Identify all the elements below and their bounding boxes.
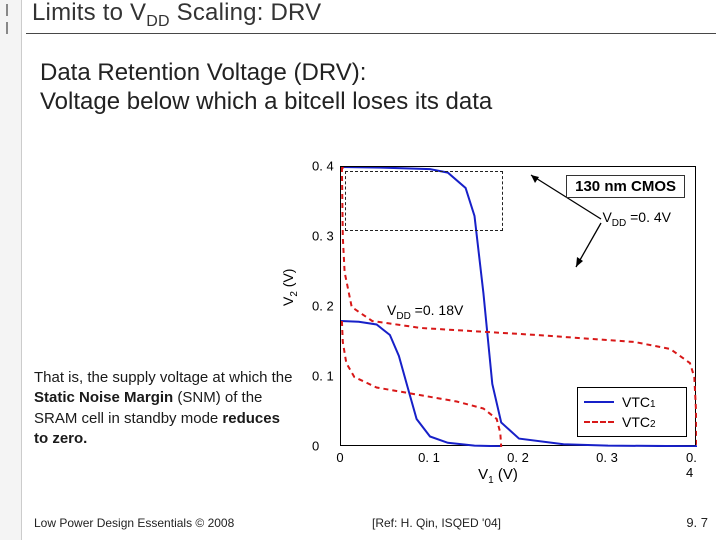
legend-swatch-dashed bbox=[584, 421, 614, 423]
y-axis-label: V2 (V) bbox=[280, 269, 300, 306]
xtick: 0 bbox=[336, 450, 343, 465]
x-axis-label: V1 (V) bbox=[478, 466, 518, 486]
legend: VTC1 VTC2 bbox=[577, 387, 687, 437]
side-explanation: That is, the supply voltage at which the… bbox=[34, 368, 294, 449]
xtick: 0. 2 bbox=[507, 450, 529, 465]
slide-left-rail bbox=[0, 0, 22, 540]
footer-page: 9. 7 bbox=[686, 515, 708, 530]
ytick: 0. 1 bbox=[312, 369, 334, 384]
xtick: 0. 4 bbox=[686, 450, 706, 480]
lead-line-1: Data Retention Voltage (DRV): bbox=[40, 58, 716, 87]
plot-frame: 130 nm CMOS VDD =0. 4V VDD =0. 18V VTC1 … bbox=[340, 166, 696, 446]
footer-copyright: Low Power Design Essentials © 2008 bbox=[34, 516, 234, 530]
legend-swatch-solid bbox=[584, 401, 614, 403]
ytick: 0. 3 bbox=[312, 229, 334, 244]
title-pre: Limits to V bbox=[32, 0, 146, 26]
ytick: 0. 4 bbox=[312, 159, 334, 174]
legend-item: VTC2 bbox=[584, 412, 680, 432]
footer-reference: [Ref: H. Qin, ISQED '04] bbox=[372, 516, 501, 530]
ytick: 0. 2 bbox=[312, 299, 334, 314]
title-post: Scaling: DRV bbox=[170, 0, 322, 26]
lead-line-2: Voltage below which a bitcell loses its … bbox=[40, 87, 716, 116]
ytick: 0 bbox=[312, 439, 319, 454]
tech-note: 130 nm CMOS bbox=[566, 175, 685, 198]
title-bar: Limits to VDD Scaling: DRV bbox=[26, 0, 716, 34]
legend-item: VTC1 bbox=[584, 392, 680, 412]
snm-box-hi bbox=[345, 171, 503, 231]
xtick: 0. 1 bbox=[418, 450, 440, 465]
xtick: 0. 3 bbox=[596, 450, 618, 465]
content: Data Retention Voltage (DRV): Voltage be… bbox=[26, 58, 716, 117]
anno-vdd-high: VDD =0. 4V bbox=[602, 209, 671, 229]
page-title: Limits to VDD Scaling: DRV bbox=[32, 0, 321, 31]
title-sub: DD bbox=[146, 13, 170, 30]
anno-vdd-low: VDD =0. 18V bbox=[387, 302, 463, 322]
lead-text: Data Retention Voltage (DRV): Voltage be… bbox=[26, 58, 716, 117]
chart-area: V2 (V) 0 0. 1 0. 2 0. 3 0. 4 0 0. 1 0. 2… bbox=[298, 166, 716, 484]
